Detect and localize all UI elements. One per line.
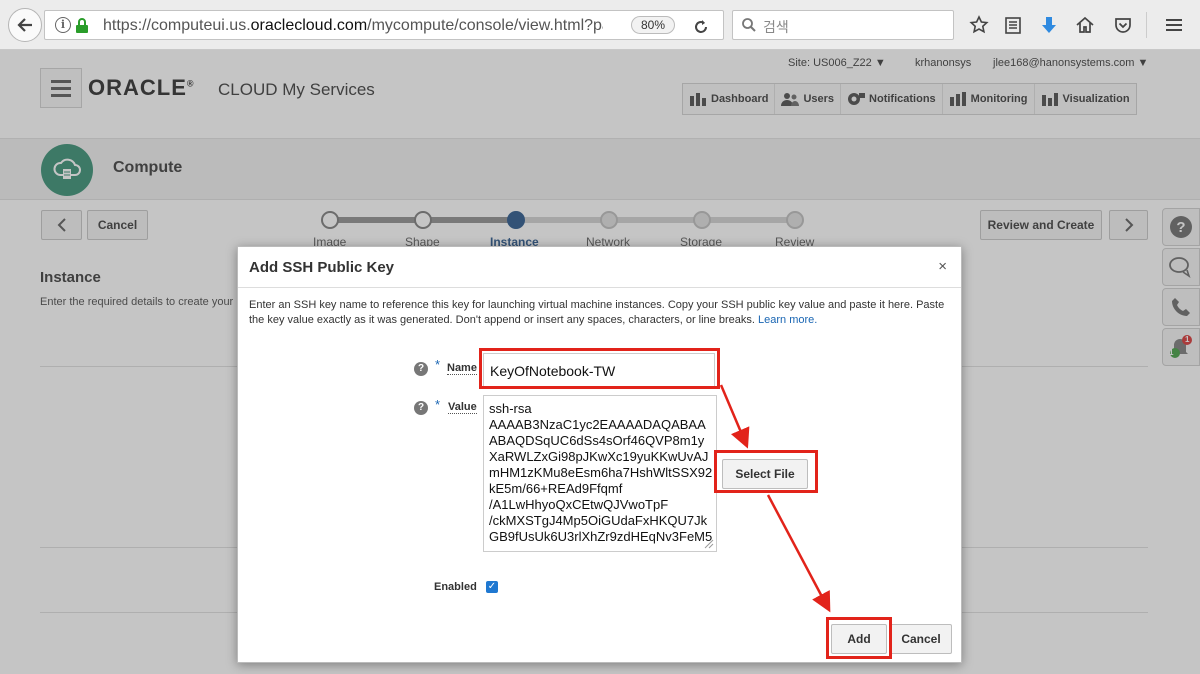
name-input[interactable]: KeyOfNotebook-TW [483, 353, 715, 387]
key-line: GB9fUsUk6U3rlXhZr9zdHEqNv3FeM5 [489, 529, 713, 544]
url-text: https://computeui.us.oraclecloud.com/myc… [103, 17, 603, 34]
key-line: AAAAB3NzaC1yc2EAAAADAQABAA [489, 417, 706, 432]
lock-icon [75, 18, 89, 37]
pocket-icon[interactable] [1112, 14, 1134, 36]
search-icon [741, 17, 757, 36]
value-label: Value [448, 401, 477, 414]
enabled-checkbox[interactable]: ✓ [486, 581, 498, 593]
dialog-title: Add SSH Public Key [249, 259, 395, 276]
back-button[interactable] [8, 8, 42, 42]
menu-icon[interactable] [1163, 14, 1185, 36]
address-bar[interactable]: i https://computeui.us.oraclecloud.com/m… [44, 10, 724, 40]
search-input[interactable]: 검색 [732, 10, 954, 40]
value-textarea[interactable]: ssh-rsa AAAAB3NzaC1yc2EAAAADAQABAA ABAQD… [483, 395, 717, 552]
key-line: XaRWLZxGi98pJKwXc19yuKKwUvAJ [489, 449, 709, 464]
add-button[interactable]: Add [831, 624, 887, 654]
close-icon[interactable]: × [938, 258, 947, 275]
download-icon[interactable] [1038, 14, 1060, 36]
key-line: /ckMXSTgJ4Mp5OiGUdaFxHKQU7Jk [489, 513, 708, 528]
required-marker: * [435, 357, 441, 372]
add-ssh-key-dialog: Add SSH Public Key × Enter an SSH key na… [237, 246, 962, 663]
required-marker: * [435, 397, 441, 412]
cancel-button[interactable]: Cancel [890, 624, 952, 654]
dialog-divider [238, 287, 961, 288]
key-line: /A1LwHhyoQxCEtwQJVwoTpF [489, 497, 669, 512]
resize-grip-icon[interactable] [704, 539, 714, 549]
name-label: Name [447, 362, 477, 375]
bookmark-star-icon[interactable] [968, 14, 990, 36]
key-line: ABAQDSqUC6dSs4sOrf46QVP8m1y [489, 433, 705, 448]
site-info-icon[interactable]: i [55, 17, 71, 33]
key-line: mHM1zKMu8eEsm6ha7HshWltSSX92 [489, 465, 713, 480]
search-placeholder: 검색 [763, 19, 789, 35]
zoom-level[interactable]: 80% [631, 16, 675, 34]
key-line: kE5m/66+REAd9Ffqmf [489, 481, 623, 496]
name-help-icon[interactable]: ? [414, 362, 428, 376]
dialog-description: Enter an SSH key name to reference this … [249, 299, 945, 326]
browser-toolbar: i https://computeui.us.oraclecloud.com/m… [0, 0, 1200, 50]
value-help-icon[interactable]: ? [414, 401, 428, 415]
reading-list-icon[interactable] [1002, 14, 1024, 36]
toolbar-divider [1146, 12, 1147, 38]
enabled-label: Enabled [434, 581, 477, 593]
key-line: ssh-rsa [489, 401, 532, 416]
reload-icon[interactable] [693, 16, 709, 40]
back-arrow-icon [17, 18, 32, 32]
learn-more-link[interactable]: Learn more. [758, 314, 817, 326]
home-icon[interactable] [1074, 14, 1096, 36]
select-file-button[interactable]: Select File [722, 459, 808, 489]
